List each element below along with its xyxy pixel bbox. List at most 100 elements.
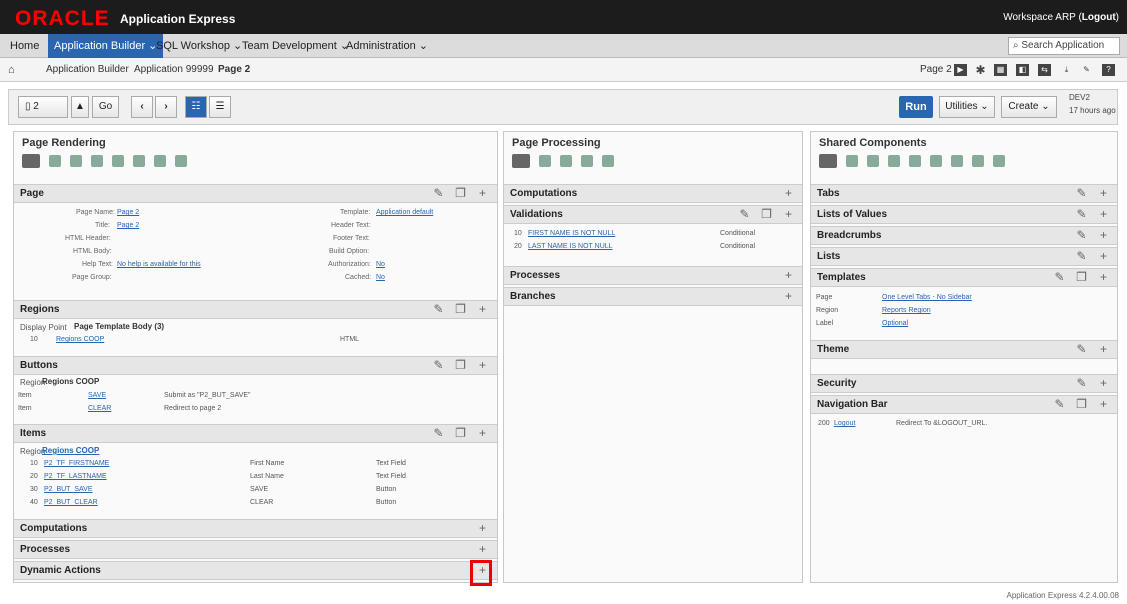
add-icon[interactable]: + <box>1097 187 1110 200</box>
copy-icon[interactable]: ❐ <box>1075 271 1088 284</box>
edit-icon[interactable]: ✎ <box>432 187 445 200</box>
download-icon[interactable]: ⤓ <box>1060 64 1073 76</box>
clear-button-link[interactable]: CLEAR <box>88 405 111 412</box>
section-proc-processes[interactable]: Processes + <box>504 266 802 285</box>
section-buttons[interactable]: Buttons ✎ ❐ + <box>14 356 497 375</box>
nav-team-dev[interactable]: Team Development ⌄ <box>236 34 355 58</box>
section-regions[interactable]: Regions ✎ ❐ + <box>14 300 497 319</box>
lock-icon[interactable] <box>972 155 984 167</box>
next-page-button[interactable]: › <box>155 96 177 118</box>
section-lov[interactable]: Lists of Values ✎ + <box>811 205 1117 224</box>
item-link[interactable]: P2_BUT_SAVE <box>44 486 93 493</box>
edit-icon[interactable]: ✎ <box>432 427 445 440</box>
edit-icon[interactable]: ✎ <box>1053 398 1066 411</box>
add-icon[interactable]: + <box>1097 229 1110 242</box>
gear-icon[interactable]: ✱ <box>974 64 987 76</box>
section-breadcrumbs[interactable]: Breadcrumbs ✎ + <box>811 226 1117 245</box>
add-icon[interactable]: + <box>782 208 795 221</box>
collapse-icon[interactable] <box>819 154 837 168</box>
copy-icon[interactable]: ❐ <box>760 208 773 221</box>
page-title-link[interactable]: Page 2 <box>117 222 139 229</box>
template-link[interactable]: Application default <box>376 209 433 216</box>
section-processes[interactable]: Processes + <box>14 540 497 559</box>
add-icon[interactable]: + <box>1097 343 1110 356</box>
process-icon[interactable] <box>581 155 593 167</box>
logout-link[interactable]: Logout <box>1082 12 1116 23</box>
add-icon[interactable]: + <box>782 269 795 282</box>
section-navigation-bar[interactable]: Navigation Bar ✎ ❐ + <box>811 395 1117 414</box>
collapse-icon[interactable] <box>512 154 530 168</box>
section-validations[interactable]: Validations ✎ ❐ + <box>504 205 802 224</box>
breadcrumb-app-builder[interactable]: Application Builder <box>46 58 129 82</box>
add-icon[interactable]: + <box>476 543 489 556</box>
help-icon[interactable]: ? <box>1102 64 1115 76</box>
utilities-button[interactable]: Utilities ⌄ <box>939 96 995 118</box>
section-theme[interactable]: Theme ✎ + <box>811 340 1117 359</box>
section-proc-computations[interactable]: Computations + <box>504 184 802 203</box>
add-icon[interactable]: + <box>782 290 795 303</box>
dynamic-action-icon[interactable] <box>175 155 187 167</box>
home-icon[interactable]: ⌂ <box>8 58 15 82</box>
edit-icon[interactable]: ✎ <box>1075 208 1088 221</box>
item-link[interactable]: P2_BUT_CLEAR <box>44 499 98 506</box>
go-button[interactable]: Go <box>92 96 119 118</box>
add-icon[interactable]: + <box>476 522 489 535</box>
lov-icon[interactable] <box>888 155 900 167</box>
region-icon[interactable] <box>70 155 82 167</box>
run-button[interactable]: Run <box>899 96 933 118</box>
page-icon[interactable] <box>846 155 858 167</box>
section-templates[interactable]: Templates ✎ ❐ + <box>811 268 1117 287</box>
save-button-link[interactable]: SAVE <box>88 392 106 399</box>
edit-icon[interactable]: ✎ <box>1075 343 1088 356</box>
section-tabs[interactable]: Tabs ✎ + <box>811 184 1117 203</box>
items-region-link[interactable]: Regions COOP <box>42 446 99 455</box>
edit-icon[interactable]: ✎ <box>738 208 751 221</box>
edit-icon[interactable]: ✎ <box>1075 377 1088 390</box>
page-icon[interactable] <box>49 155 61 167</box>
help-text-link[interactable]: No help is available for this <box>117 261 201 268</box>
add-icon[interactable]: + <box>1097 377 1110 390</box>
cached-link[interactable]: No <box>376 274 385 281</box>
computation-icon[interactable] <box>539 155 551 167</box>
section-branches[interactable]: Branches + <box>504 287 802 306</box>
edit-icon[interactable]: ✎ <box>1075 250 1088 263</box>
add-icon[interactable]: + <box>1097 398 1110 411</box>
tabs-icon[interactable] <box>867 155 879 167</box>
item-link[interactable]: P2_TF_FIRSTNAME <box>44 460 109 467</box>
add-icon[interactable]: + <box>476 427 489 440</box>
page-template-link[interactable]: One Level Tabs - No Sidebar <box>882 294 972 301</box>
theme-icon[interactable] <box>951 155 963 167</box>
add-icon[interactable]: + <box>1097 208 1110 221</box>
add-icon[interactable]: + <box>476 303 489 316</box>
grid-icon[interactable]: ▦ <box>994 64 1007 76</box>
section-security[interactable]: Security ✎ + <box>811 374 1117 393</box>
prev-page-button[interactable]: ‹ <box>131 96 153 118</box>
edit-icon[interactable]: ✎ <box>1075 187 1088 200</box>
nav-home[interactable]: Home <box>4 34 45 58</box>
copy-icon[interactable]: ❐ <box>454 427 467 440</box>
search-input[interactable]: ⌕ Search Application <box>1008 37 1120 55</box>
chevron-up-icon[interactable]: ▲ <box>71 96 89 118</box>
item-icon[interactable] <box>112 155 124 167</box>
page-name-link[interactable]: Page 2 <box>117 209 139 216</box>
edit-icon[interactable]: ✎ <box>1075 229 1088 242</box>
navbar-icon[interactable] <box>993 155 1005 167</box>
validation-link[interactable]: FIRST NAME IS NOT NULL <box>528 230 615 237</box>
navbar-logout-link[interactable]: Logout <box>834 420 855 427</box>
create-button[interactable]: Create ⌄ <box>1001 96 1057 118</box>
process-icon[interactable] <box>154 155 166 167</box>
template-icon[interactable] <box>930 155 942 167</box>
add-icon[interactable]: + <box>782 187 795 200</box>
copy-icon[interactable]: ❐ <box>454 303 467 316</box>
section-computations[interactable]: Computations + <box>14 519 497 538</box>
region-template-link[interactable]: Reports Region <box>882 307 931 314</box>
computation-icon[interactable] <box>133 155 145 167</box>
edit-icon[interactable]: ✎ <box>1053 271 1066 284</box>
tree-view-icon[interactable]: ☰ <box>209 96 231 118</box>
label-template-link[interactable]: Optional <box>882 320 908 327</box>
copy-icon[interactable]: ❐ <box>454 359 467 372</box>
copy-icon[interactable]: ❐ <box>454 187 467 200</box>
session-icon[interactable]: ◧ <box>1016 64 1029 76</box>
auth-link[interactable]: No <box>376 261 385 268</box>
breadcrumb-application[interactable]: Application 99999 <box>134 58 214 82</box>
